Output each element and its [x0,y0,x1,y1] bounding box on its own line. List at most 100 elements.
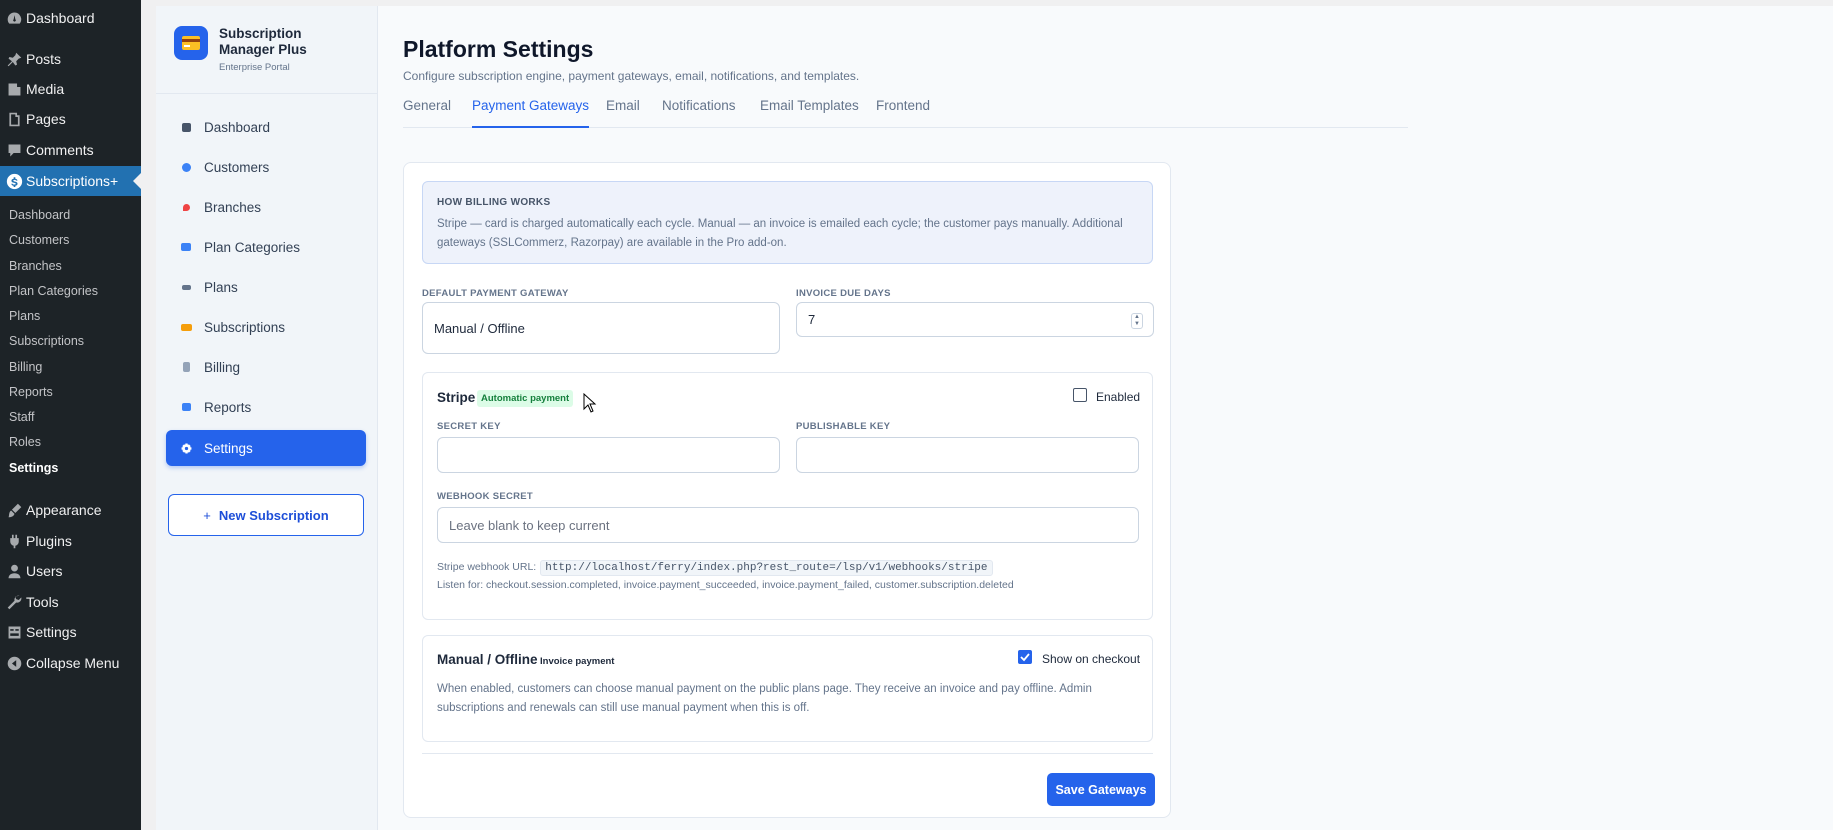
wp-submenu-staff[interactable]: Staff [0,404,141,429]
tab-frontend[interactable]: Frontend [876,98,930,128]
nav-item-billing[interactable]: Billing [166,349,366,385]
wp-menu-label: Subscriptions+ [26,173,119,189]
webhook-events: Listen for: checkout.session.completed, … [437,579,1014,591]
wp-submenu-branches[interactable]: Branches [0,253,141,278]
stripe-title: Stripe [437,390,476,405]
nav-item-plan-categories[interactable]: Plan Categories [166,229,366,265]
brand: Subscription Manager Plus Enterprise Por… [174,26,329,73]
wp-submenu-subscriptions[interactable]: Subscriptions [0,328,141,353]
show-on-checkout-checkbox[interactable] [1018,650,1032,664]
page-title: Platform Settings [403,36,594,62]
wp-menu-label: Media [26,81,65,97]
webhook-secret-input[interactable]: Leave blank to keep current [437,507,1139,543]
dashboard-icon [0,10,26,27]
webhook-secret-label: WEBHOOK SECRET [437,491,534,502]
secret-key-input[interactable] [437,437,780,473]
wp-menu-dashboard[interactable]: Dashboard [0,3,141,33]
manual-gateway-card: Manual / Offline Invoice payment Show on… [422,635,1153,742]
nav-label: Plans [204,279,238,295]
wp-submenu-plan-categories[interactable]: Plan Categories [0,278,141,303]
default-gateway-select[interactable]: Manual / Offline [422,302,780,354]
nav-item-settings[interactable]: Settings [166,430,366,466]
stripe-gateway-card: Stripe Automatic payment Enabled SECRET … [422,372,1153,620]
nav-item-subscriptions[interactable]: Subscriptions [166,309,366,345]
wp-menu-media[interactable]: Media [0,74,141,104]
wp-menu-collapse[interactable]: Collapse Menu [0,648,141,678]
webhook-url-label: Stripe webhook URL: [437,561,537,573]
card-icon [174,26,208,60]
wp-menu-label: Comments [26,142,94,158]
nav-item-branches[interactable]: Branches [166,189,366,225]
wp-menu-appearance[interactable]: Appearance [0,495,141,525]
folder-icon [166,243,198,251]
show-on-checkout-label: Show on checkout [1042,652,1141,666]
brush-icon [0,502,26,519]
secret-key-label: SECRET KEY [437,421,501,432]
wp-menu-subscriptions-plus[interactable]: Subscriptions+ [0,166,141,196]
tag-icon [166,284,198,290]
nav-label: Branches [204,199,262,215]
plugins-icon [0,533,26,550]
invoice-due-days-value: 7 [808,312,816,327]
credit-card-icon [166,323,198,331]
publishable-key-input[interactable] [796,437,1139,473]
wp-submenu-billing[interactable]: Billing [0,354,141,379]
brand-subtitle: Enterprise Portal [219,62,290,73]
nav-item-customers[interactable]: Customers [166,149,366,185]
nav-item-dashboard[interactable]: Dashboard [166,109,366,145]
wp-submenu-dashboard[interactable]: Dashboard [0,202,141,227]
wp-menu-plugins[interactable]: Plugins [0,526,141,556]
brand-title: Subscription Manager Plus [219,26,307,57]
wp-submenu-reports[interactable]: Reports [0,379,141,404]
manual-title: Manual / Offline [437,652,538,667]
divider [422,753,1153,754]
wp-menu-label: Plugins [26,533,72,549]
publishable-key-label: PUBLISHABLE KEY [796,421,891,432]
tab-email-templates[interactable]: Email Templates [760,98,859,128]
wrench-icon [0,594,26,611]
new-subscription-button[interactable]: + New Subscription [168,494,364,536]
invoice-payment-badge: Invoice payment [540,656,615,667]
wp-menu-label: Collapse Menu [26,655,120,671]
wp-menu-users[interactable]: Users [0,556,141,586]
wp-submenu-settings[interactable]: Settings [0,455,141,480]
pages-icon [0,111,26,128]
info-title: HOW BILLING WORKS [437,197,551,208]
wp-menu-comments[interactable]: Comments [0,135,141,165]
collapse-icon [0,655,26,672]
wp-menu-label: Appearance [26,502,102,518]
wp-menu-label: Tools [26,594,59,610]
tab-payment-gateways[interactable]: Payment Gateways [472,98,590,128]
wp-menu-label: Settings [26,624,77,640]
invoice-due-days-input[interactable]: 7 ▲ ▼ [796,302,1154,337]
wp-menu-tools[interactable]: Tools [0,587,141,617]
nav-label: Reports [204,399,252,415]
wp-menu-posts[interactable]: Posts [0,44,141,74]
comments-icon [0,142,26,159]
automatic-payment-badge: Automatic payment [477,390,574,407]
nav-label: Dashboard [204,119,271,135]
new-subscription-label: New Subscription [218,507,329,523]
nav-label: Customers [204,159,270,175]
wp-menu-pages[interactable]: Pages [0,104,141,134]
dollar-icon [0,173,26,190]
wp-submenu-roles[interactable]: Roles [0,429,141,454]
wp-menu-label: Pages [26,111,66,127]
wp-submenu-plans[interactable]: Plans [0,303,141,328]
tab-notifications[interactable]: Notifications [662,98,736,128]
wp-menu-label: Posts [26,51,62,67]
wp-admin-menu: Dashboard Posts Media Pages Comments Sub… [0,0,141,830]
save-gateways-button[interactable]: Save Gateways [1047,773,1155,806]
nav-item-reports[interactable]: Reports [166,389,366,425]
nav-label: Subscriptions [204,319,286,335]
tab-general[interactable]: General [403,98,451,128]
number-spinner-icon[interactable]: ▲ ▼ [1131,313,1143,329]
wp-menu-settings[interactable]: Settings [0,617,141,647]
location-pin-icon [166,203,198,211]
stripe-enabled-checkbox[interactable] [1073,388,1087,402]
settings-icon [0,624,26,641]
nav-item-plans[interactable]: Plans [166,269,366,305]
invoice-due-days-label: INVOICE DUE DAYS [796,288,891,299]
wp-submenu-customers[interactable]: Customers [0,227,141,252]
tab-email[interactable]: Email [606,98,640,128]
